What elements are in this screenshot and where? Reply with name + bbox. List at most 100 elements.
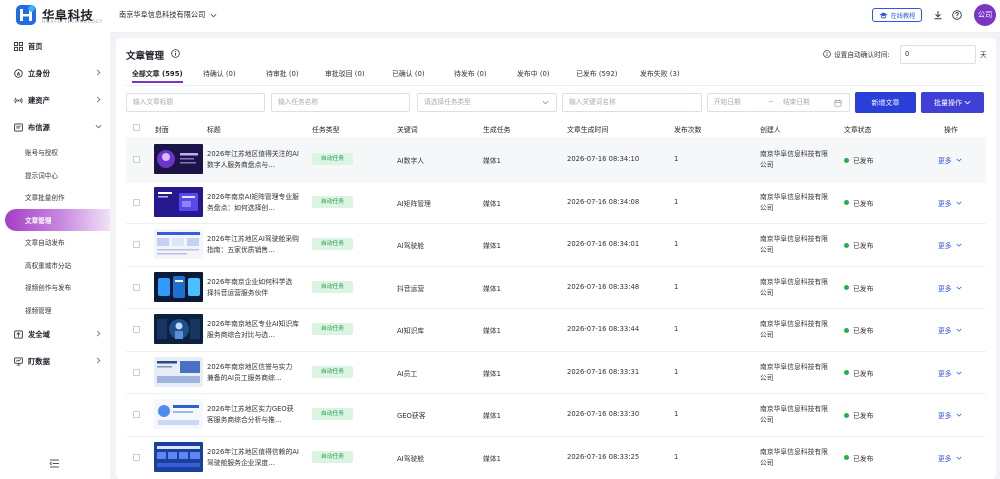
avatar[interactable]: 公司 xyxy=(974,4,996,26)
table-row[interactable]: 2026年江苏地区值得信赖的AI驾驶舱服务企业深度… 自动任务 AI驾驶舱 媒体… xyxy=(126,435,986,479)
select-all-checkbox[interactable] xyxy=(133,124,140,131)
date-separator: ~ xyxy=(768,98,774,106)
date-range-picker[interactable]: 开始日期 ~ 结束日期 xyxy=(707,93,850,112)
row-checkbox[interactable] xyxy=(133,283,140,291)
time-cell: 2026-07-16 08:33:31 xyxy=(567,367,640,376)
sidebar-item-identity[interactable]: A 立身份 xyxy=(0,60,110,87)
article-title[interactable]: 2026年江苏地区值得关注的AI数字人服务商盘点与… xyxy=(207,149,299,171)
cover-image[interactable] xyxy=(154,314,203,344)
more-label: 更多 xyxy=(938,157,952,165)
row-checkbox[interactable] xyxy=(133,241,140,248)
more-actions-button[interactable]: 更多 xyxy=(938,325,962,335)
publish-count-cell: 1 xyxy=(674,197,679,206)
cover-image[interactable] xyxy=(154,271,203,302)
sidebar-subitem-video-management[interactable]: 视频管理 xyxy=(0,299,110,322)
collapse-sidebar-icon[interactable] xyxy=(49,459,60,468)
article-title[interactable]: 2026年南京地区专业AI知识库服务商综合对比与选… xyxy=(207,319,299,341)
status-text: 已发布 xyxy=(853,369,874,378)
table-row[interactable]: 2026年南京地区专业AI知识库服务商综合对比与选… 自动任务 AI知识库 媒体… xyxy=(126,308,986,351)
cover-image[interactable] xyxy=(154,229,203,259)
sidebar-item-home[interactable]: 首页 xyxy=(0,33,110,60)
sidebar-subitem-accounts[interactable]: 账号与授权 xyxy=(0,141,110,164)
download-icon[interactable] xyxy=(933,10,943,20)
more-actions-button[interactable]: 更多 xyxy=(938,155,962,165)
task-cell: 媒体1 xyxy=(483,327,501,335)
sidebar-subitem-auto-publish[interactable]: 文章自动发布 xyxy=(0,231,110,254)
more-actions-button[interactable]: 更多 xyxy=(938,453,962,463)
status-dot xyxy=(844,412,849,418)
sidebar-item-data[interactable]: 盯数据 xyxy=(0,348,110,375)
keyword-input[interactable]: 输入关键词名称 xyxy=(562,93,702,112)
logo-icon xyxy=(16,5,36,25)
task-type-select[interactable]: 请选择任务类型 xyxy=(417,93,557,112)
row-checkbox[interactable] xyxy=(133,453,140,461)
info-icon[interactable] xyxy=(171,49,180,58)
sidebar-subitem-city-sites[interactable]: 高权重城市分站 xyxy=(0,254,110,277)
tab-publish-failed[interactable]: 发布失败 (3) xyxy=(640,68,680,78)
article-title[interactable]: 2026年南京地区信誉与实力兼备的AI员工服务商综… xyxy=(207,362,299,384)
cover-image[interactable] xyxy=(154,356,203,387)
auto-confirm-days-input[interactable]: 0 xyxy=(900,45,976,64)
sidebar-item-source[interactable]: 布信源 xyxy=(0,114,110,141)
article-title[interactable]: 2026年江苏地区实力GEO获客服务商综合分析与推… xyxy=(207,404,299,426)
more-actions-button[interactable]: 更多 xyxy=(938,368,962,378)
task-type-tag: 自动任务 xyxy=(312,238,353,250)
brand-logo[interactable]: 华阜科技 HUAFU TECHNOLOGY xyxy=(15,3,105,29)
tab-approval-rejected[interactable]: 审批驳回 (0) xyxy=(325,68,365,78)
more-actions-button[interactable]: 更多 xyxy=(938,198,962,208)
col-status: 文章状态 xyxy=(844,126,872,134)
time-cell: 2026-07-16 08:33:48 xyxy=(567,282,640,291)
tab-pending-publish[interactable]: 待发布 (0) xyxy=(454,68,487,78)
tab-publishing[interactable]: 发布中 (0) xyxy=(517,68,550,78)
sidebar-item-label: 立身份 xyxy=(28,68,50,78)
sidebar-subitem-prompts[interactable]: 提示词中心 xyxy=(0,164,110,187)
row-checkbox[interactable] xyxy=(133,198,140,206)
tab-confirmed[interactable]: 已确认 (0) xyxy=(392,68,425,78)
company-selector[interactable]: 南京华阜信息科技有限公司 xyxy=(119,10,217,20)
sidebar-subitem-batch-create[interactable]: 文章批量创作 xyxy=(0,186,110,209)
help-icon[interactable] xyxy=(952,10,962,20)
tab-all[interactable]: 全部文章 (595) xyxy=(132,68,183,83)
table-row[interactable]: 2026年江苏地区AI驾驶舱采购指南：五家优质销售… 自动任务 AI驾驶舱 媒体… xyxy=(126,223,986,266)
table-row[interactable]: 2026年南京AI矩阵管理专业服务盘点：如何选择创… 自动任务 AI矩阵管理 媒… xyxy=(126,180,986,224)
col-task: 生成任务 xyxy=(483,126,511,134)
cover-image[interactable] xyxy=(154,186,203,217)
publish-count-cell: 1 xyxy=(674,240,679,248)
sidebar-subitem-article-management[interactable]: 文章管理 xyxy=(5,208,110,231)
article-title[interactable]: 2026年南京AI矩阵管理专业服务盘点：如何选择创… xyxy=(207,192,299,214)
cover-image[interactable] xyxy=(154,399,203,429)
calendar-icon xyxy=(834,99,842,107)
sidebar-subitem-label: 提示词中心 xyxy=(25,171,58,180)
tab-pending-confirm[interactable]: 待确认 (0) xyxy=(203,68,236,78)
batch-actions-button[interactable]: 批量操作 xyxy=(921,92,984,113)
sidebar-subitem-label: 视频管理 xyxy=(25,306,52,315)
cover-image[interactable] xyxy=(154,441,203,472)
sidebar-subitem-video-create[interactable]: 视频创作与发布 xyxy=(0,276,110,299)
article-title[interactable]: 2026年南京企业如何科学选择抖音运营服务伙伴 xyxy=(207,277,299,299)
table-row[interactable]: 2026年江苏地区实力GEO获客服务商综合分析与推… 自动任务 GEO获客 媒体… xyxy=(126,393,986,436)
status-badge: 已发布 xyxy=(844,198,873,208)
tab-pending-approval[interactable]: 待审批 (0) xyxy=(266,68,299,78)
row-checkbox[interactable] xyxy=(133,368,140,376)
more-actions-button[interactable]: 更多 xyxy=(938,283,962,293)
table-row[interactable]: 2026年南京地区信誉与实力兼备的AI员工服务商综… 自动任务 AI员工 媒体1… xyxy=(126,350,986,394)
title-search-input[interactable]: 输入文章标题 xyxy=(126,93,265,112)
more-actions-button[interactable]: 更多 xyxy=(938,240,962,250)
row-checkbox[interactable] xyxy=(133,156,140,163)
online-tutorial-button[interactable]: 在线教程 xyxy=(872,8,922,22)
article-title[interactable]: 2026年江苏地区值得信赖的AI驾驶舱服务企业深度… xyxy=(207,447,299,469)
auto-confirm-text: 设置自动确认时间: xyxy=(834,51,890,59)
sidebar-item-distribute[interactable]: 发全域 xyxy=(0,321,110,348)
task-name-input[interactable]: 输入任务名称 xyxy=(271,93,410,112)
more-actions-button[interactable]: 更多 xyxy=(938,410,962,420)
article-title[interactable]: 2026年江苏地区AI驾驶舱采购指南：五家优质销售… xyxy=(207,234,299,256)
new-article-button[interactable]: 新增文章 xyxy=(855,92,916,113)
time-cell: 2026-07-16 08:33:30 xyxy=(567,410,640,418)
row-checkbox[interactable] xyxy=(133,326,140,333)
tab-published[interactable]: 已发布 (592) xyxy=(576,68,617,78)
sidebar-item-assets[interactable]: 建资产 xyxy=(0,87,110,114)
cover-image[interactable] xyxy=(154,144,203,174)
table-row[interactable]: 2026年南京企业如何科学选择抖音运营服务伙伴 自动任务 抖音运营 媒体1 20… xyxy=(126,265,986,309)
table-row[interactable]: 2026年江苏地区值得关注的AI数字人服务商盘点与… 自动任务 AI数字人 媒体… xyxy=(126,138,986,181)
row-checkbox[interactable] xyxy=(133,411,140,418)
